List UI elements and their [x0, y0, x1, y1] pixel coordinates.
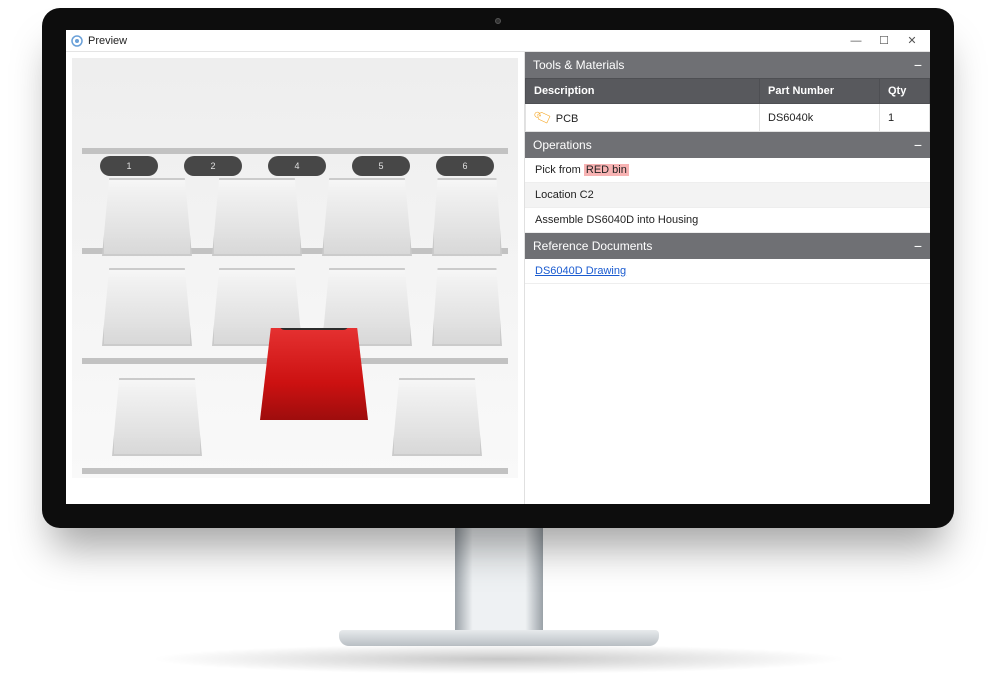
cell-qty: 1 [880, 104, 930, 132]
section-title: Reference Documents [533, 239, 652, 253]
reference-link[interactable]: DS6040D Drawing [535, 265, 626, 277]
close-button[interactable]: ✕ [898, 32, 926, 50]
collapse-icon: − [914, 239, 922, 253]
section-title: Tools & Materials [533, 58, 624, 72]
maximize-button[interactable]: ☐ [870, 32, 898, 50]
bin-label: 6 [436, 156, 494, 176]
window-title: Preview [88, 35, 127, 47]
collapse-icon: − [914, 138, 922, 152]
section-header-operations[interactable]: Operations − [525, 132, 930, 158]
operations-list: Pick from RED bin Location C2 Assemble D… [525, 158, 930, 233]
side-panel: Tools & Materials − Description Part Num… [525, 52, 930, 504]
minimize-button[interactable]: — [842, 32, 870, 50]
op-text: Location C2 [535, 189, 594, 201]
table-row[interactable]: 🏷PCB DS6040k 1 [526, 104, 930, 132]
section-header-tools[interactable]: Tools & Materials − [525, 52, 930, 78]
operation-row[interactable]: Pick from RED bin [525, 158, 930, 183]
cell-part-number: DS6040k [760, 104, 880, 132]
bin-label: 2 [184, 156, 242, 176]
close-icon: ✕ [907, 34, 916, 47]
col-description: Description [526, 79, 760, 104]
titlebar: Preview — ☐ ✕ [66, 30, 930, 52]
collapse-icon: − [914, 58, 922, 72]
monitor-frame: Preview — ☐ ✕ 1 2 4 5 6 [42, 8, 954, 528]
op-highlight: RED bin [584, 164, 629, 176]
maximize-icon: ☐ [879, 34, 889, 47]
app-window: Preview — ☐ ✕ 1 2 4 5 6 [66, 30, 930, 504]
minimize-icon: — [851, 35, 862, 47]
operation-row[interactable]: Location C2 [525, 183, 930, 208]
bin-label: 1 [100, 156, 158, 176]
image-panel: 1 2 4 5 6 [66, 52, 525, 504]
app-icon [70, 34, 84, 48]
monitor-shadow [149, 644, 849, 674]
cell-description: PCB [556, 113, 579, 125]
bin-label: 5 [352, 156, 410, 176]
camera-icon [495, 18, 501, 24]
operation-row[interactable]: Assemble DS6040D into Housing [525, 208, 930, 233]
tag-icon: 🏷 [532, 107, 553, 126]
monitor-stand-neck [455, 526, 543, 636]
op-text: Pick from [535, 164, 584, 176]
section-header-reference[interactable]: Reference Documents − [525, 233, 930, 259]
col-part-number: Part Number [760, 79, 880, 104]
section-title: Operations [533, 138, 592, 152]
preview-image: 1 2 4 5 6 [72, 58, 518, 478]
op-text: Assemble DS6040D into Housing [535, 214, 698, 226]
reference-row: DS6040D Drawing [525, 259, 930, 284]
bin-label: 4 [268, 156, 326, 176]
tools-table: Description Part Number Qty 🏷PCB DS6040k… [525, 78, 930, 132]
col-qty: Qty [880, 79, 930, 104]
